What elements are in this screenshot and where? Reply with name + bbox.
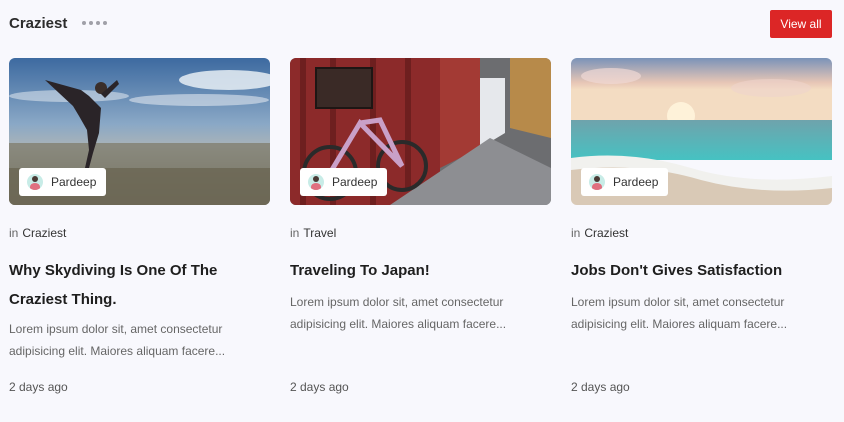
author-chip[interactable]: Pardeep [581, 168, 668, 196]
section-title: Craziest [9, 15, 68, 32]
author-avatar [27, 174, 43, 190]
post-time: 2 days ago [9, 380, 68, 394]
post-card[interactable]: Pardeep in Craziest Jobs Don't Gives Sati… [571, 58, 832, 394]
section-header: Craziest View all [9, 10, 832, 38]
author-name: Pardeep [332, 175, 378, 189]
post-category: in Travel [290, 226, 336, 240]
post-title[interactable]: Jobs Don't Gives Satisfaction [571, 256, 826, 285]
post-excerpt: Lorem ipsum dolor sit, amet consectetur … [571, 295, 788, 331]
post-category: in Craziest [9, 226, 66, 240]
category-link[interactable]: Craziest [22, 226, 66, 240]
post-time: 2 days ago [290, 380, 349, 394]
author-chip[interactable]: Pardeep [19, 168, 106, 196]
post-image[interactable]: Pardeep [9, 58, 270, 205]
post-excerpt: Lorem ipsum dolor sit, amet consectetur … [290, 295, 507, 331]
post-time: 2 days ago [571, 380, 630, 394]
post-image[interactable]: Pardeep [290, 58, 551, 205]
author-name: Pardeep [51, 175, 97, 189]
view-all-button[interactable]: View all [770, 10, 832, 38]
in-label: in [9, 226, 19, 240]
post-image[interactable]: Pardeep [571, 58, 832, 205]
post-title[interactable]: Why Skydiving Is One Of The Craziest Thi… [9, 256, 264, 314]
category-link[interactable]: Travel [303, 226, 336, 240]
more-dots-icon [82, 21, 107, 25]
author-name: Pardeep [613, 175, 659, 189]
post-excerpt: Lorem ipsum dolor sit, amet consectetur … [9, 322, 226, 358]
category-link[interactable]: Craziest [584, 226, 628, 240]
post-card[interactable]: Pardeep in Craziest Why Skydiving Is One … [9, 58, 270, 394]
author-avatar [308, 174, 324, 190]
post-category: in Craziest [571, 226, 628, 240]
post-card[interactable]: Pardeep in Travel Traveling To Japan! Lor… [290, 58, 551, 394]
in-label: in [571, 226, 581, 240]
in-label: in [290, 226, 300, 240]
author-avatar [589, 174, 605, 190]
post-title[interactable]: Traveling To Japan! [290, 256, 545, 285]
author-chip[interactable]: Pardeep [300, 168, 387, 196]
